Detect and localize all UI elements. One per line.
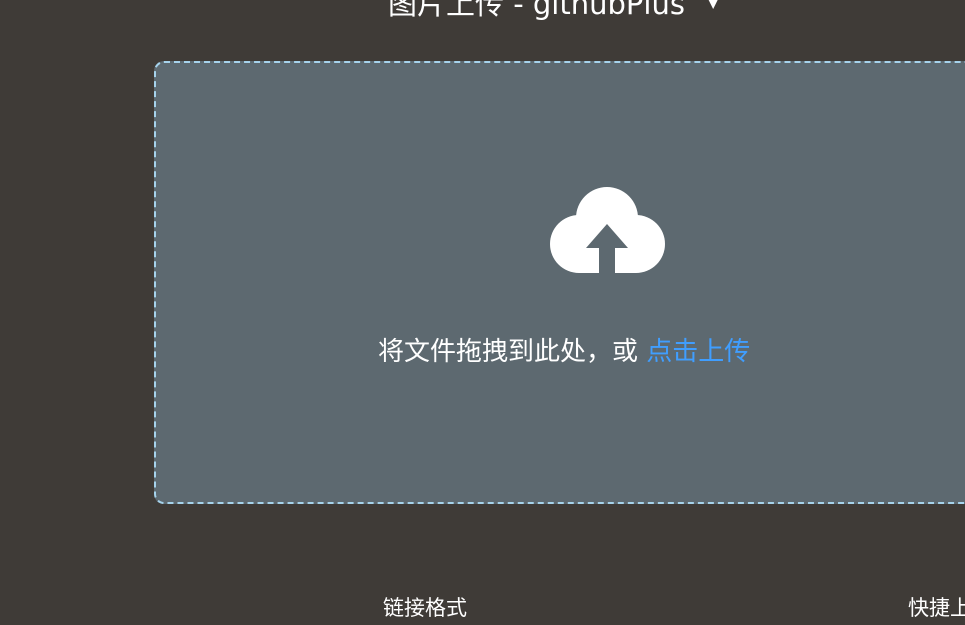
page-title: 图片上传 - githubPlus [388, 0, 685, 21]
upload-page: 图片上传 - githubPlus ▼ 将文件拖拽到此处，或 点击上传 链接格式… [0, 0, 965, 625]
drag-prompt-text: 将文件拖拽到此处，或 [378, 337, 639, 367]
chevron-down-icon[interactable]: ▼ [707, 0, 719, 10]
upload-dropzone[interactable] [154, 61, 965, 504]
click-upload-link[interactable]: 点击上传 [646, 337, 750, 367]
shortcut-upload-label: 快捷上传 [908, 596, 965, 620]
picbed-selector[interactable]: 图片上传 - githubPlus ▼ [388, 0, 719, 22]
upload-instruction: 将文件拖拽到此处，或 点击上传 [378, 332, 750, 372]
link-format-label: 链接格式 [383, 596, 467, 620]
cloud-upload-icon [550, 187, 665, 276]
